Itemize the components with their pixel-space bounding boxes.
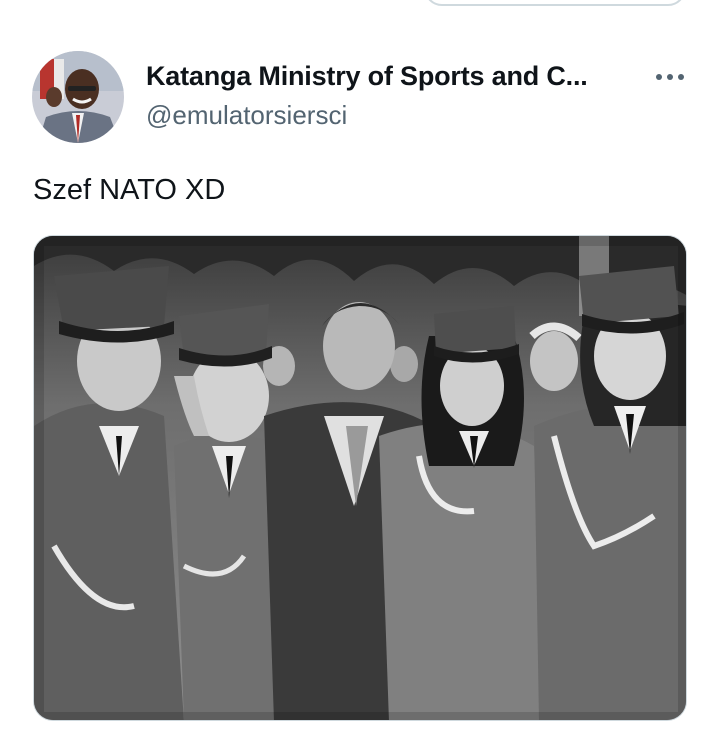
more-options-button[interactable] xyxy=(648,60,692,94)
author-avatar[interactable] xyxy=(32,51,124,143)
avatar-image xyxy=(32,51,124,143)
tweet-media-photo[interactable] xyxy=(33,235,687,721)
tweet-text: Szef NATO XD xyxy=(33,174,226,206)
more-horizontal-icon xyxy=(656,74,684,80)
photo-image xyxy=(34,236,686,720)
author-handle[interactable]: @emulatorsiersci xyxy=(146,100,347,131)
follow-button-partial[interactable] xyxy=(424,0,686,6)
author-display-name[interactable]: Katanga Ministry of Sports and C... xyxy=(146,61,588,92)
